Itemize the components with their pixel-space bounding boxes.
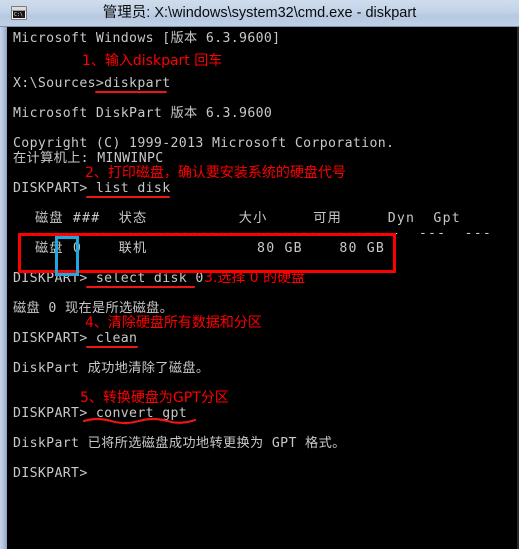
underline-convert-gpt-command <box>83 417 197 425</box>
console-table-header: 磁盘 ### 状态 大小 可用 Dyn Gpt <box>35 211 461 226</box>
window-titlebar[interactable]: C:\ 管理员: X:\windows\system32\cmd.exe - d… <box>0 0 519 27</box>
annotation-step-1: 1、输入diskpart 回车 <box>82 53 223 69</box>
underline-list-disk-command <box>86 196 170 198</box>
window-left-border <box>0 27 7 549</box>
console-line-computer-name: 在计算机上: MINWINPC <box>13 151 164 166</box>
console-line-msg-selected: 磁盘 0 现在是所选磁盘。 <box>13 301 174 316</box>
annotation-step-2: 2、打印磁盘，确认要安装系统的硬盘代号 <box>85 165 346 181</box>
annotation-step-5: 5、转换硬盘为GPT分区 <box>80 390 229 406</box>
console-output-area[interactable]: Microsoft Windows [版本 6.3.9600] X:\Sourc… <box>7 27 517 549</box>
annotation-step-4: 4、清除硬盘所有数据和分区 <box>85 315 262 331</box>
window-title: 管理员: X:\windows\system32\cmd.exe - diskp… <box>102 5 417 21</box>
console-line-cmd-clean: DISKPART> clean <box>13 331 138 346</box>
highlight-box-disk-number <box>55 236 79 276</box>
console-line-windows-version: Microsoft Windows [版本 6.3.9600] <box>13 31 281 46</box>
console-line-diskpart-version: Microsoft DiskPart 版本 6.3.9600 <box>13 106 273 121</box>
console-line-msg-converted: DiskPart 已将所选磁盘成功地转更换为 GPT 格式。 <box>13 436 346 451</box>
cmd-console-window: C:\ 管理员: X:\windows\system32\cmd.exe - d… <box>0 0 519 549</box>
console-line-cmd-list-disk: DISKPART> list disk <box>13 181 171 196</box>
underline-select-disk-command <box>86 286 195 288</box>
underline-clean-command <box>86 346 138 348</box>
console-line-prompt-diskpart: X:\Sources>diskpart <box>13 76 171 91</box>
console-line-copyright: Copyright (C) 1999-2013 Microsoft Corpor… <box>13 136 395 151</box>
console-line-prompt-final: DISKPART> <box>13 466 88 481</box>
console-line-cmd-select-disk: DISKPART> select disk 0 <box>13 271 204 286</box>
console-line-msg-cleaned: DiskPart 成功地清除了磁盘。 <box>13 361 210 376</box>
underline-diskpart-command <box>95 91 167 93</box>
